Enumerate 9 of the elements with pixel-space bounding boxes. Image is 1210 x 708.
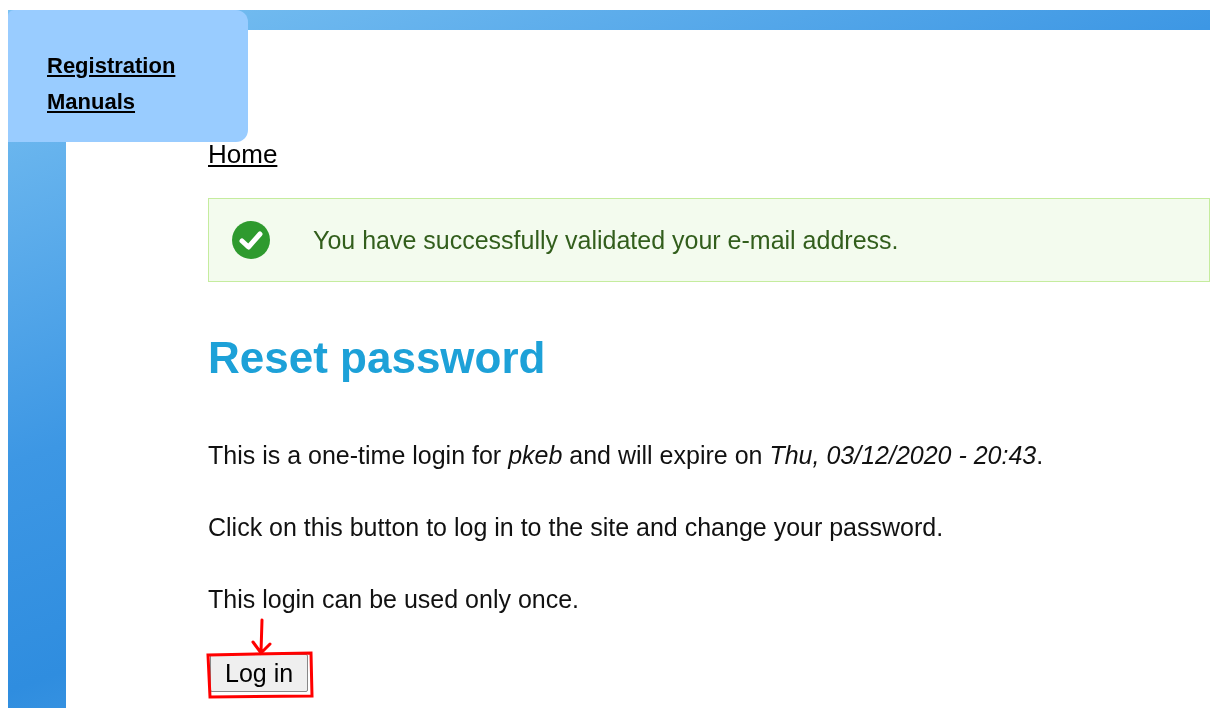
- registration-manuals-link[interactable]: Registration Manuals: [47, 48, 207, 120]
- paragraph: Click on this button to log in to the site and change your password.: [208, 512, 945, 543]
- page-title: Reset password: [208, 332, 547, 384]
- checkmark-icon: [231, 220, 271, 260]
- paragraph: This is a one-time login for pkeb and will expire on Thu, 03/12/2020 - 20:43.: [208, 440, 1045, 471]
- home-link[interactable]: Home: [208, 140, 278, 168]
- login-button[interactable]: Log in: [210, 654, 309, 692]
- paragraph: This login can be used only once.: [208, 584, 581, 615]
- status-text: You have successfully validated your e-mail address.: [313, 225, 899, 255]
